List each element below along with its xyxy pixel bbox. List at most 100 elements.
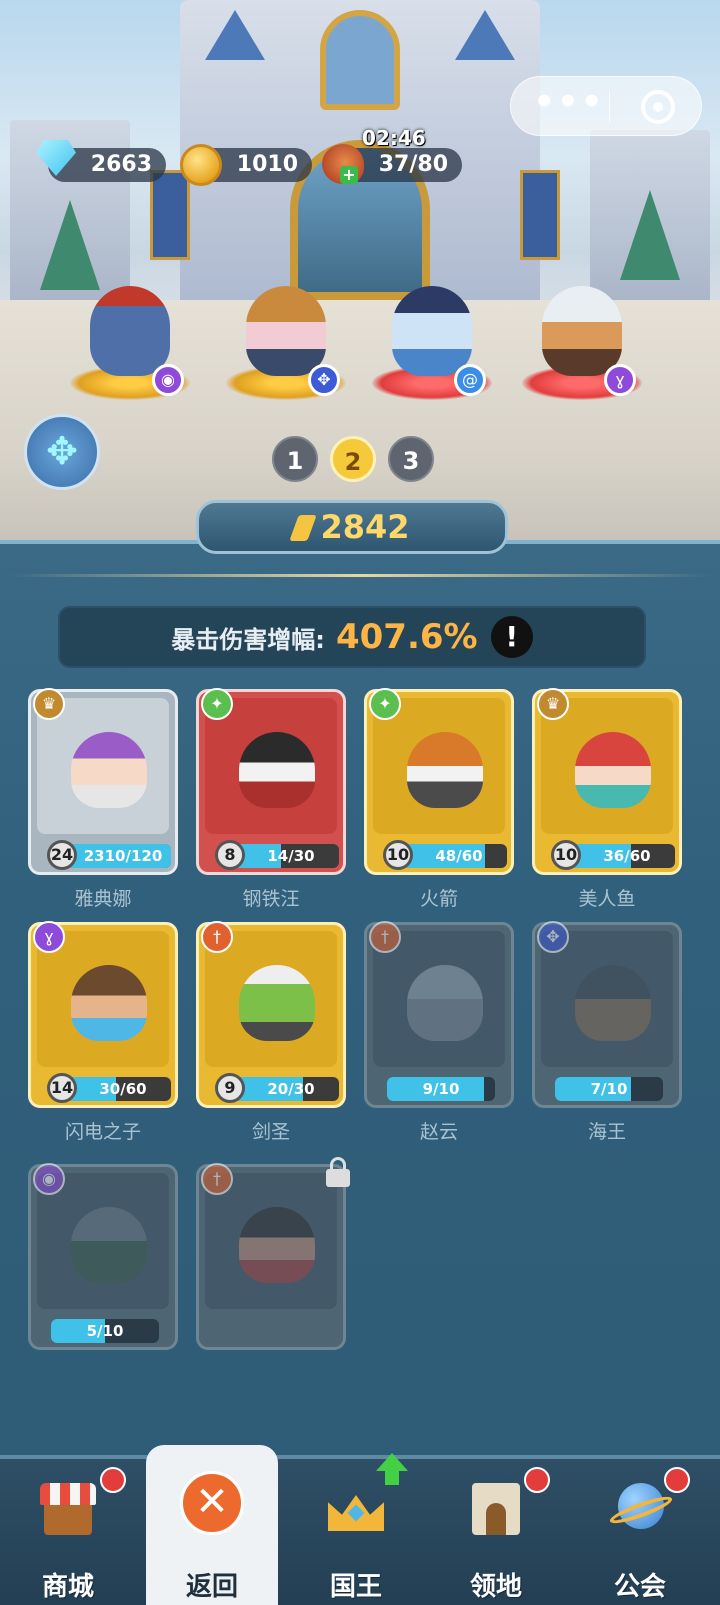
team-page-3[interactable]: 3 xyxy=(388,436,434,482)
stamina-timer: 02:46 xyxy=(362,126,426,150)
nav-territory-label: 领地 xyxy=(469,1572,522,1602)
nav-back-label: 返回 xyxy=(185,1572,238,1602)
hero-portrait xyxy=(71,732,147,808)
crown-icon xyxy=(324,1477,388,1541)
hero-card[interactable]: ɣ 30/60 14 xyxy=(28,921,178,1108)
nav-king-label: 国王 xyxy=(329,1572,382,1602)
shard-progress-bar: 36/60 xyxy=(565,844,675,868)
formation-diamond-icon[interactable]: ✥ xyxy=(24,414,100,490)
nav-king[interactable]: 国王 xyxy=(290,1453,422,1605)
shard-progress-bar: 5/10 xyxy=(51,1319,159,1343)
nav-territory[interactable]: 领地 xyxy=(430,1459,562,1605)
staff-icon: ɣ xyxy=(33,921,65,953)
castle-window xyxy=(320,10,400,110)
hero-card-frame xyxy=(37,1173,169,1309)
pine-tree xyxy=(620,190,680,280)
hero-portrait xyxy=(575,732,651,808)
paw-icon: ✥ xyxy=(537,921,569,953)
hero-card[interactable]: ◉ 5/10 xyxy=(28,1163,178,1350)
hero-portrait xyxy=(542,286,622,376)
sword-icon: † xyxy=(201,1163,233,1195)
nav-shop[interactable]: 商城 xyxy=(2,1459,134,1605)
crown-icon: ♛ xyxy=(537,688,569,720)
hero-level-badge: 14 xyxy=(47,1073,77,1103)
capsule-divider xyxy=(609,91,610,123)
hero-portrait xyxy=(90,286,170,376)
close-x-icon: ✕ xyxy=(180,1471,244,1535)
castle-roof xyxy=(205,10,265,60)
hero-card-frame xyxy=(37,931,169,1067)
hero-level-badge: 24 xyxy=(47,840,77,870)
hero-card[interactable]: † 20/30 9 xyxy=(196,921,346,1108)
nav-guild[interactable]: 公会 xyxy=(574,1459,706,1605)
sword-icon: † xyxy=(201,921,233,953)
hero-card-frame xyxy=(205,698,337,834)
hero-card[interactable]: ✦ 14/30 8 xyxy=(196,688,346,875)
team-page-1[interactable]: 1 xyxy=(272,436,318,482)
coin-icon xyxy=(180,144,222,186)
hero-card[interactable]: † xyxy=(196,1157,350,1350)
hero-level-badge: 10 xyxy=(551,840,581,870)
team-slot-1[interactable]: ◉ xyxy=(70,280,190,400)
gem-amount: 2663 xyxy=(90,152,152,177)
upgrade-arrow-stem xyxy=(385,1471,399,1485)
hero-card-frame xyxy=(205,931,337,1067)
hero-card-frame xyxy=(541,931,673,1067)
shard-progress-bar: 30/60 xyxy=(61,1077,171,1101)
notification-dot xyxy=(100,1467,126,1493)
notification-dot xyxy=(664,1467,690,1493)
info-icon[interactable]: ! xyxy=(490,616,533,658)
nav-shop-label: 商城 xyxy=(41,1572,94,1602)
sword-icon: † xyxy=(369,921,401,953)
hero-level-badge: 9 xyxy=(215,1073,245,1103)
crown-icon: ♛ xyxy=(33,688,65,720)
shard-progress-text: 2310/120 xyxy=(83,847,163,865)
add-stamina-icon[interactable]: + xyxy=(340,166,358,184)
upgrade-arrow-icon xyxy=(376,1453,408,1471)
shard-progress-text: 48/60 xyxy=(435,847,483,865)
hero-card-frame xyxy=(373,698,505,834)
castle-roof xyxy=(455,10,515,60)
hero-name-label: 美人鱼 xyxy=(578,888,636,910)
crit-damage-value: 407.6% xyxy=(335,617,478,657)
castle-banner xyxy=(520,170,560,260)
castle-banner xyxy=(150,170,190,260)
spiral-icon: @ xyxy=(454,364,486,396)
hero-name-label: 钢铁汪 xyxy=(242,888,300,910)
shop-stall-icon xyxy=(36,1477,100,1541)
hero-portrait xyxy=(239,732,315,808)
shard-progress-text: 14/30 xyxy=(267,847,315,865)
pine-tree xyxy=(40,200,100,290)
sparkle-icon: ✦ xyxy=(369,688,401,720)
bottom-navigation: 商城 ✕ 返回 国王 领地 公会 xyxy=(0,1445,720,1605)
hero-portrait xyxy=(239,1207,315,1283)
team-slot-4[interactable]: ɣ xyxy=(522,280,642,400)
team-slot-2[interactable]: ✥ xyxy=(226,280,346,400)
hero-name-label: 雅典娜 xyxy=(74,888,132,910)
shard-progress-bar: 2310/120 xyxy=(61,844,171,868)
hero-portrait xyxy=(392,286,472,376)
castle-icon xyxy=(464,1477,528,1541)
hero-card[interactable]: ✥ 7/10 xyxy=(532,921,682,1108)
sparkle-icon: ✦ xyxy=(201,688,233,720)
exit-target-icon[interactable] xyxy=(641,90,675,124)
shard-progress-text: 7/10 xyxy=(590,1080,628,1098)
hero-portrait xyxy=(246,286,326,376)
hero-card[interactable]: † 9/10 xyxy=(364,921,514,1108)
hero-card[interactable]: ♛ 2310/120 24 xyxy=(28,688,178,875)
hero-card-frame xyxy=(37,698,169,834)
team-slot-3[interactable]: @ xyxy=(372,280,492,400)
team-page-2[interactable]: 2 xyxy=(330,436,376,482)
hero-level-badge: 10 xyxy=(383,840,413,870)
hero-portrait xyxy=(407,965,483,1041)
shard-progress-bar: 48/60 xyxy=(397,844,507,868)
hero-card[interactable]: ♛ 36/60 10 xyxy=(532,688,682,875)
hero-card[interactable]: ✦ 48/60 10 xyxy=(364,688,514,875)
more-menu-button[interactable]: ••• xyxy=(529,77,609,137)
shard-progress-bar: 9/10 xyxy=(387,1077,495,1101)
nav-back[interactable]: ✕ 返回 xyxy=(146,1445,278,1605)
shard-progress-text: 30/60 xyxy=(99,1080,147,1098)
team-power-value: 2842 xyxy=(320,508,410,546)
hero-level-badge: 8 xyxy=(215,840,245,870)
hero-card-frame xyxy=(541,698,673,834)
